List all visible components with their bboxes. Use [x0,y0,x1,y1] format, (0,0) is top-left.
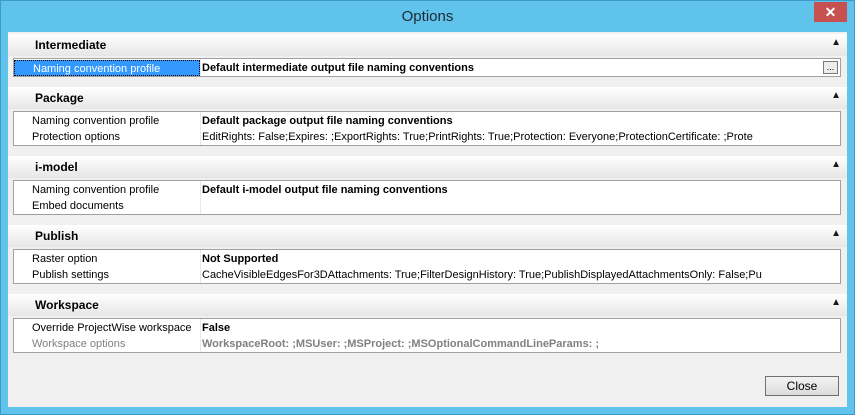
options-window: Options ✕ Intermediate ▲ Naming conventi… [0,0,855,415]
property-row: Workspace options WorkspaceRoot: ;MSUser… [14,336,840,352]
close-button[interactable]: Close [765,376,839,396]
property-value[interactable]: CacheVisibleEdgesFor3DAttachments: True;… [202,267,838,283]
section-header[interactable]: Workspace ▲ [8,294,847,316]
property-row[interactable]: Publish settings CacheVisibleEdgesFor3DA… [14,267,840,283]
title-bar[interactable]: Options ✕ [1,1,854,32]
section-title: Package [35,91,84,105]
window-title: Options [401,8,454,25]
property-grid: Override ProjectWise workspace False Wor… [13,318,841,353]
property-label[interactable]: Override ProjectWise workspace [14,320,200,336]
property-grid: Raster option Not Supported Publish sett… [13,249,841,284]
property-value[interactable]: Default intermediate output file naming … [202,60,838,76]
property-label[interactable]: Raster option [14,251,200,267]
property-label[interactable]: Naming convention profile [14,60,200,76]
property-value[interactable] [202,198,838,214]
property-grid: Naming convention profile Default packag… [13,111,841,146]
section-title: Intermediate [35,38,107,52]
options-panel: Intermediate ▲ Naming convention profile… [8,32,847,407]
chevron-up-icon[interactable]: ▲ [831,90,841,101]
property-label[interactable]: Naming convention profile [14,113,200,129]
property-row[interactable]: Protection options EditRights: False;Exp… [14,129,840,145]
property-label[interactable]: Embed documents [14,198,200,214]
property-value[interactable]: Default package output file naming conve… [202,113,838,129]
section-title: Workspace [35,298,99,312]
property-row[interactable]: Embed documents [14,198,840,214]
browse-button[interactable]: ... [823,61,838,74]
chevron-up-icon[interactable]: ▲ [831,228,841,239]
close-window-icon[interactable]: ✕ [814,2,847,22]
section-header[interactable]: i-model ▲ [8,156,847,178]
property-label[interactable]: Protection options [14,129,200,145]
property-grid: Naming convention profile Default i-mode… [13,180,841,215]
property-grid: Naming convention profile Default interm… [13,58,841,77]
property-row[interactable]: Naming convention profile Default packag… [14,113,840,129]
property-row[interactable]: Override ProjectWise workspace False [14,320,840,336]
chevron-up-icon[interactable]: ▲ [831,159,841,170]
chevron-up-icon[interactable]: ▲ [831,37,841,48]
property-label: Workspace options [32,338,126,350]
property-value[interactable]: Not Supported [202,251,838,267]
property-value[interactable]: EditRights: False;Expires: ;ExportRights… [202,129,838,145]
property-row[interactable]: Naming convention profile Default interm… [14,60,840,76]
property-value: WorkspaceRoot: ;MSUser: ;MSProject: ;MSO… [202,338,600,350]
property-value[interactable]: Default i-model output file naming conve… [202,182,838,198]
section-title: Publish [35,229,79,243]
section-header[interactable]: Publish ▲ [8,225,847,247]
section-title: i-model [35,160,78,174]
property-value[interactable]: False [202,320,838,336]
section-header[interactable]: Package ▲ [8,87,847,109]
chevron-up-icon[interactable]: ▲ [831,297,841,308]
property-row[interactable]: Raster option Not Supported [14,251,840,267]
property-row[interactable]: Naming convention profile Default i-mode… [14,182,840,198]
property-label[interactable]: Naming convention profile [14,182,200,198]
section-header[interactable]: Intermediate ▲ [8,34,847,56]
property-label[interactable]: Publish settings [14,267,200,283]
